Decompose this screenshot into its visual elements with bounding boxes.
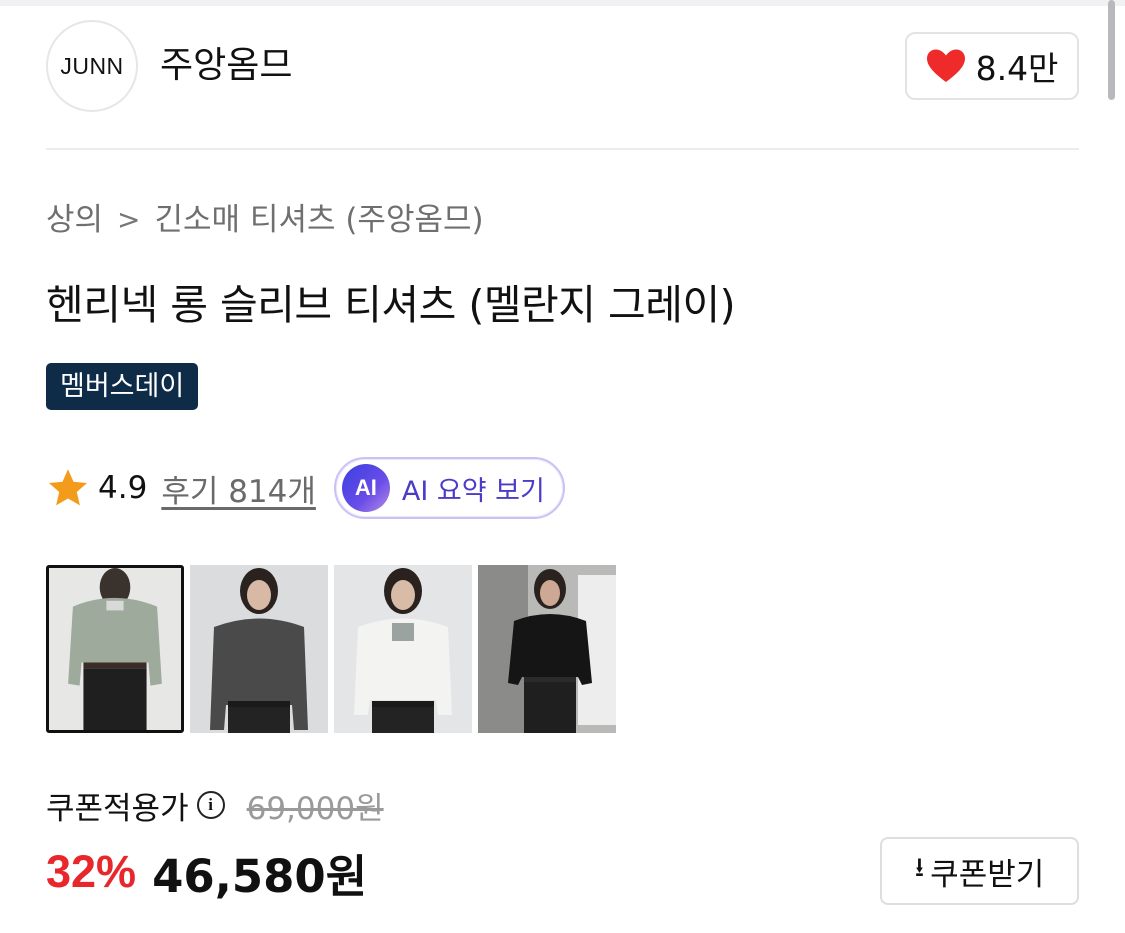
product-image [334, 565, 472, 733]
coupon-download-button[interactable]: ⭳ 쿠폰받기 [880, 837, 1079, 905]
rating-row: 4.9 후기 814개 AI AI 요약 보기 [46, 457, 565, 519]
coupon-price-label: 쿠폰적용가 [46, 790, 189, 827]
like-button[interactable]: 8.4만 [905, 32, 1079, 100]
reviews-link[interactable]: 후기 814개 [161, 466, 316, 511]
product-image [478, 565, 616, 733]
breadcrumb: 상의 > 긴소매 티셔츠 (주앙옴므) [46, 198, 484, 242]
product-image [190, 565, 328, 733]
members-day-badge: 멤버스데이 [46, 363, 199, 410]
brand-logo[interactable]: JUNN [46, 20, 138, 112]
thumbnail-gallery [46, 565, 616, 733]
thumbnail-charcoal[interactable] [190, 565, 328, 733]
breadcrumb-category-top[interactable]: 상의 [46, 198, 103, 242]
original-price: 69,000원 [246, 790, 384, 827]
top-strip [0, 0, 1125, 6]
chevron-right-icon: > [117, 203, 141, 236]
divider [46, 148, 1079, 150]
price-row: 32% 46,580원 [46, 843, 367, 903]
like-count: 8.4만 [975, 49, 1059, 88]
coupon-price-label-row: 쿠폰적용가 i 69,000원 [46, 780, 384, 830]
rating-value: 4.9 [98, 470, 148, 506]
thumbnail-gray[interactable] [46, 565, 184, 733]
sale-price: 46,580원 [152, 849, 368, 903]
breadcrumb-category-sub[interactable]: 긴소매 티셔츠 (주앙옴므) [155, 198, 484, 242]
thumbnail-white[interactable] [334, 565, 472, 733]
thumbnail-black[interactable] [478, 565, 616, 733]
discount-rate: 32% [46, 846, 137, 897]
info-icon[interactable]: i [196, 791, 225, 819]
coupon-button-label: 쿠폰받기 [930, 856, 1045, 893]
download-icon: ⭳ [914, 852, 925, 883]
product-image [49, 568, 181, 730]
ai-summary-button[interactable]: AI AI 요약 보기 [333, 457, 565, 519]
brand-header: JUNN 주앙옴므 8.4만 [46, 20, 1079, 112]
heart-icon [926, 49, 965, 82]
ai-summary-label: AI 요약 보기 [401, 475, 545, 507]
product-title: 헨리넥 롱 슬리브 티셔츠 (멜란지 그레이) [46, 281, 736, 329]
scrollbar[interactable] [1108, 0, 1115, 100]
star-icon [48, 469, 88, 506]
brand-name[interactable]: 주앙옴므 [160, 42, 292, 90]
ai-icon: AI [341, 464, 390, 512]
